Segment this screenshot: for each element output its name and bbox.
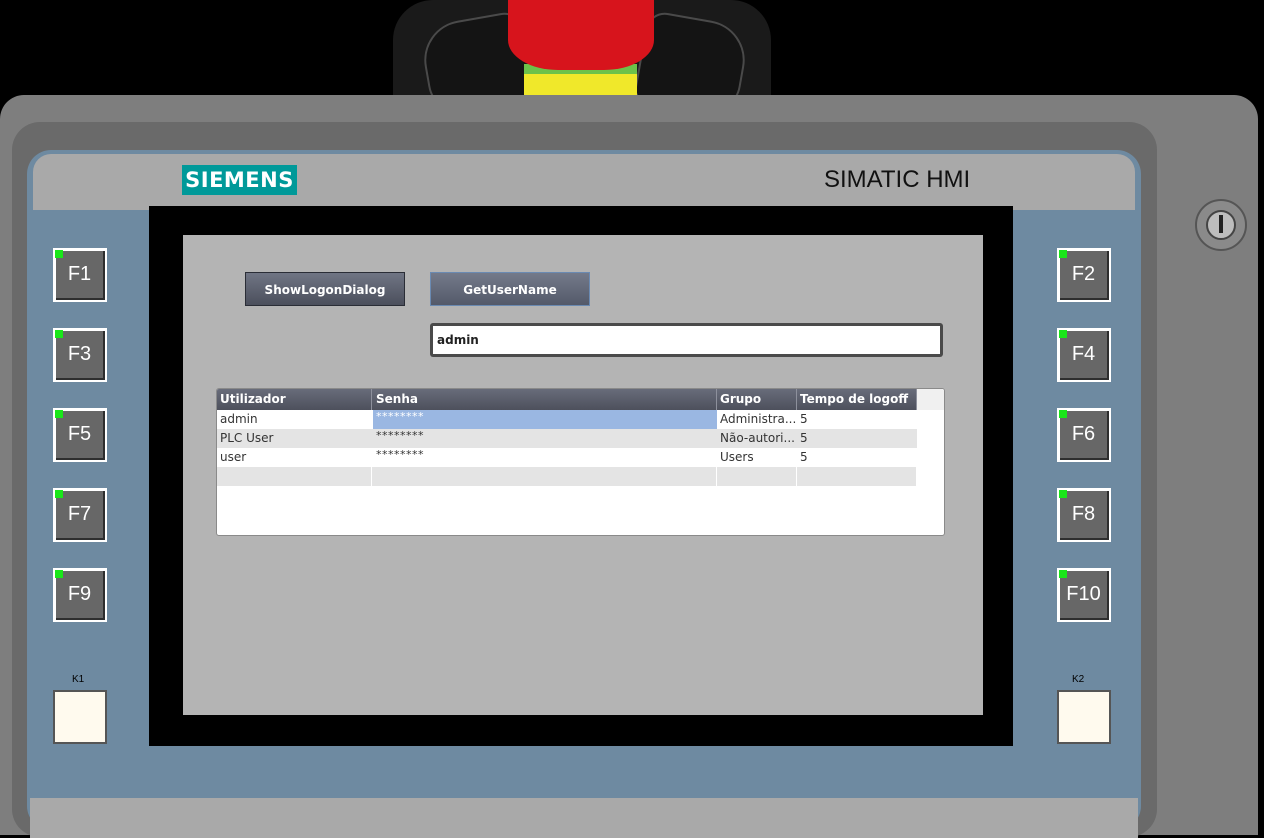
table-row[interactable]: admin ******** Administra... 5 [217,410,917,429]
key-label: F7 [56,491,105,540]
led-indicator [1059,250,1067,258]
siemens-logo: SIEMENS [182,165,297,195]
column-header-password[interactable]: Senha [373,389,717,410]
password-cell[interactable]: ******** [373,410,717,429]
key-label: F9 [56,571,105,620]
key-k1[interactable] [53,690,107,744]
key-label: F5 [56,411,105,460]
group-cell[interactable]: Não-autori... [717,429,797,448]
function-key-f8[interactable]: F8 [1057,488,1111,542]
function-key-f2[interactable]: F2 [1057,248,1111,302]
table-row[interactable]: PLC User ******** Não-autori... 5 [217,429,917,448]
function-key-f1[interactable]: F1 [53,248,107,302]
password-cell[interactable]: ******** [373,448,717,467]
function-key-f7[interactable]: F7 [53,488,107,542]
logoff-cell[interactable]: 5 [797,429,917,448]
column-header-user[interactable]: Utilizador [217,389,372,410]
user-cell[interactable]: user [217,448,372,467]
bottom-strip [30,798,1138,838]
key-label: F6 [1060,411,1109,460]
led-indicator [55,490,63,498]
password-cell[interactable]: ******** [373,429,717,448]
logoff-cell[interactable] [797,467,917,486]
led-indicator [55,410,63,418]
table-row[interactable]: user ******** Users 5 [217,448,917,467]
led-indicator [55,250,63,258]
key-label: F10 [1060,571,1109,620]
led-indicator [1059,410,1067,418]
table-header: Utilizador Senha Grupo Tempo de logoff [217,389,917,410]
group-cell[interactable] [717,467,797,486]
show-logon-dialog-button[interactable]: ShowLogonDialog [245,272,405,306]
column-header-logoff-time[interactable]: Tempo de logoff [797,389,917,410]
user-cell[interactable] [217,467,372,486]
model-label: SIMATIC HMI [824,166,971,193]
key-label: F8 [1060,491,1109,540]
key-slot [1219,215,1223,233]
function-key-f10[interactable]: F10 [1057,568,1111,622]
user-name-field[interactable]: admin [430,323,943,357]
led-indicator [1059,330,1067,338]
group-cell[interactable]: Administra... [717,410,797,429]
function-key-f3[interactable]: F3 [53,328,107,382]
led-indicator [1059,570,1067,578]
key-label: F2 [1060,251,1109,300]
logoff-cell[interactable]: 5 [797,410,917,429]
function-key-f6[interactable]: F6 [1057,408,1111,462]
led-indicator [55,570,63,578]
key-label: F3 [56,331,105,380]
function-key-f9[interactable]: F9 [53,568,107,622]
get-user-name-button[interactable]: GetUserName [430,272,590,306]
header-filler [917,389,944,410]
function-key-f5[interactable]: F5 [53,408,107,462]
logoff-cell[interactable]: 5 [797,448,917,467]
function-key-f4[interactable]: F4 [1057,328,1111,382]
emergency-stop-button[interactable] [508,0,654,70]
k1-label: K1 [72,674,85,685]
led-indicator [1059,490,1067,498]
column-header-group[interactable]: Grupo [717,389,797,410]
group-cell[interactable]: Users [717,448,797,467]
password-cell[interactable] [373,467,717,486]
user-name-value: admin [433,326,940,354]
key-k2[interactable] [1057,690,1111,744]
k2-label: K2 [1072,674,1085,685]
user-cell[interactable]: PLC User [217,429,372,448]
user-view-table[interactable]: Utilizador Senha Grupo Tempo de logoff a… [216,388,945,536]
table-row-new[interactable] [217,467,917,486]
key-label: F4 [1060,331,1109,380]
key-label: F1 [56,251,105,300]
key-switch-icon[interactable] [1195,199,1247,251]
user-cell[interactable]: admin [217,410,372,429]
led-indicator [55,330,63,338]
